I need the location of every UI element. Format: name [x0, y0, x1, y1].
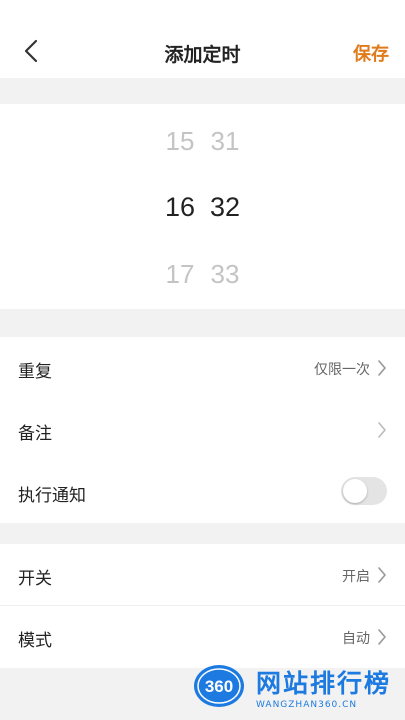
- 360-badge-icon: 360: [194, 665, 244, 707]
- repeat-value: 仅限一次: [314, 362, 370, 378]
- note-row[interactable]: 备注: [0, 399, 405, 461]
- time-picker[interactable]: 15 16 17 31 32 33: [0, 104, 405, 309]
- page-title: 添加定时: [164, 44, 241, 66]
- chevron-right-icon: [378, 629, 386, 645]
- notify-label: 执行通知: [18, 486, 86, 506]
- minute-next[interactable]: 33: [200, 259, 250, 290]
- hour-next[interactable]: 17: [155, 259, 205, 290]
- mode-value: 自动: [342, 631, 370, 647]
- chevron-right-icon: [378, 567, 386, 583]
- repeat-label: 重复: [18, 362, 52, 382]
- watermark-subtitle: WANGZHAN360.CN: [256, 700, 358, 710]
- hour-prev[interactable]: 15: [155, 126, 205, 157]
- notify-toggle[interactable]: [341, 477, 387, 505]
- watermark-logo: 360 网站排行榜 WANGZHAN360.CN: [192, 656, 405, 720]
- switch-row[interactable]: 开关 开启: [0, 544, 405, 606]
- chevron-right-icon: [378, 360, 386, 376]
- minute-prev[interactable]: 31: [200, 126, 250, 157]
- notify-row: 执行通知: [0, 461, 405, 523]
- hour-selected[interactable]: 16: [155, 192, 205, 223]
- switch-label: 开关: [18, 569, 52, 589]
- watermark-title: 网站排行榜: [256, 669, 392, 698]
- settings-group: 重复 仅限一次 备注 执行通知: [0, 337, 405, 523]
- mode-label: 模式: [18, 631, 52, 651]
- badge-text: 360: [205, 677, 233, 696]
- toggle-knob: [343, 479, 367, 503]
- switch-value: 开启: [342, 569, 370, 585]
- header-bar: 添加定时 保存: [0, 0, 405, 78]
- note-label: 备注: [18, 424, 52, 444]
- control-group: 开关 开启 模式 自动: [0, 544, 405, 668]
- chevron-right-icon: [378, 422, 386, 438]
- minute-selected[interactable]: 32: [200, 192, 250, 223]
- repeat-row[interactable]: 重复 仅限一次: [0, 337, 405, 399]
- save-button[interactable]: 保存: [353, 40, 389, 66]
